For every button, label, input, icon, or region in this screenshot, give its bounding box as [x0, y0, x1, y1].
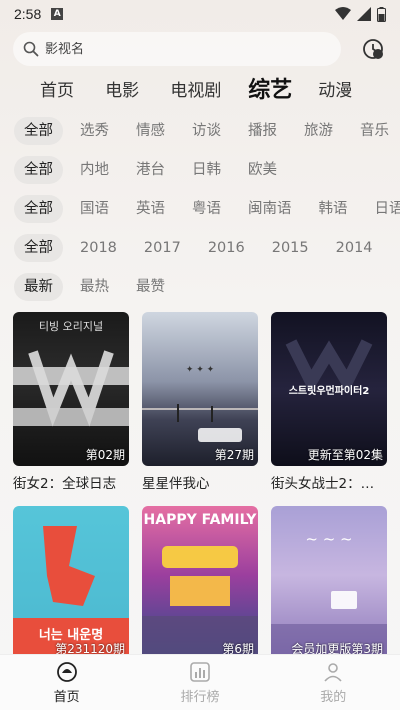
tab-tv[interactable]: 电视剧 [170, 76, 248, 101]
poster-caption: 스트릿우먼파이터2 [288, 386, 370, 397]
history-button[interactable] [359, 35, 387, 63]
filter-chip[interactable]: 全部 [14, 156, 63, 184]
status-time: 2:58 [14, 6, 42, 22]
sort-filter-row: 最新 最热 最赞 [14, 272, 400, 302]
content-grid: 티빙 오리지널 第02期 街女2：全球日志 ✦ ✦ ✦ 第27期 星星伴我心 스… [13, 312, 387, 666]
search-icon [23, 41, 39, 57]
nav-label: 首页 [53, 690, 80, 705]
nav-label: 排行榜 [180, 690, 220, 705]
bottom-nav: 首页 排行榜 我的 [0, 654, 400, 710]
tab-home[interactable]: 首页 [40, 76, 105, 101]
show-title: 街头女战士2：世界巡演 [271, 476, 387, 492]
nav-label: 我的 [320, 690, 347, 705]
filter-chip[interactable]: 2018 [70, 234, 127, 262]
filter-chip[interactable]: 最新 [14, 273, 63, 301]
filter-chip[interactable]: 全部 [14, 234, 63, 262]
home-icon [56, 662, 77, 682]
year-filter-row: 全部 2018 2017 2016 2015 2014 2013 [14, 233, 400, 263]
status-icons [335, 6, 386, 22]
nav-ranking[interactable]: 排行榜 [150, 660, 250, 705]
battery-icon [377, 6, 386, 22]
filter-chip[interactable]: 粤语 [182, 195, 231, 223]
episode-badge: 第27期 [214, 448, 254, 462]
filter-chip[interactable]: 2015 [262, 234, 319, 262]
poster-art [13, 350, 129, 427]
show-card[interactable]: ✦ ✦ ✦ 第27期 星星伴我心 [142, 312, 258, 492]
history-icon [363, 39, 383, 59]
filter-chip[interactable]: 最热 [70, 273, 119, 301]
episode-badge: 更新至第02集 [307, 448, 383, 462]
show-card[interactable]: 티빙 오리지널 第02期 街女2：全球日志 [13, 312, 129, 492]
main-tabs: 首页 电影 电视剧 综艺 动漫 [0, 70, 400, 106]
filter-chip[interactable]: 播报 [238, 117, 287, 145]
poster-art: ✦ ✦ ✦ [142, 365, 258, 442]
filter-chip[interactable]: 欧美 [238, 156, 287, 184]
show-card[interactable]: 스트릿우먼파이터2 更新至第02集 街头女战士2：世界巡演 [271, 312, 387, 492]
episode-badge: 第02期 [85, 448, 125, 462]
show-title: 星星伴我心 [142, 476, 210, 492]
search-row [13, 32, 387, 66]
genre-filter-row: 全部 选秀 情感 访谈 播报 旅游 音乐 美 [14, 116, 400, 146]
nav-profile[interactable]: 我的 [283, 660, 383, 705]
filter-chip[interactable]: 情感 [126, 117, 175, 145]
svg-text:~ ~ ~: ~ ~ ~ [305, 530, 352, 548]
tab-variety[interactable]: 综艺 [248, 72, 318, 104]
filter-chip[interactable]: 日韩 [182, 156, 231, 184]
filter-chip[interactable]: 2014 [326, 234, 383, 262]
show-card[interactable]: ~ ~ ~ 会员加更版第3期 [271, 506, 387, 666]
filter-chip[interactable]: 港台 [126, 156, 175, 184]
show-title: 街女2：全球日志 [13, 476, 117, 492]
poster-image: 스트릿우먼파이터2 更新至第02集 [271, 312, 387, 466]
notification-icon: A [51, 8, 64, 20]
signal-icon [357, 7, 371, 21]
search-input[interactable] [45, 41, 331, 57]
filter-chip[interactable]: 音乐 [350, 117, 399, 145]
filter-chip[interactable]: 闽南语 [238, 195, 302, 223]
filter-chip[interactable]: 2016 [198, 234, 255, 262]
filter-chip[interactable]: 国语 [70, 195, 119, 223]
chart-icon [190, 662, 210, 682]
filter-chip[interactable]: 访谈 [182, 117, 231, 145]
filter-chip[interactable]: 2017 [134, 234, 191, 262]
filter-chip[interactable]: 全部 [14, 195, 63, 223]
filter-chip[interactable]: 2013 [390, 234, 400, 262]
show-card[interactable]: HAPPY FAMILY 第6期 [142, 506, 258, 666]
svg-text:✦ ✦ ✦: ✦ ✦ ✦ [186, 365, 215, 375]
poster-image: ~ ~ ~ 会员加更版第3期 [271, 506, 387, 660]
show-card[interactable]: 너는 내운명 第231120期 [13, 506, 129, 666]
poster-image: 너는 내운명 第231120期 [13, 506, 129, 660]
filter-chip[interactable]: 选秀 [70, 117, 119, 145]
search-bar[interactable] [13, 32, 341, 66]
poster-image: HAPPY FAMILY 第6期 [142, 506, 258, 660]
filter-chip[interactable]: 全部 [14, 117, 63, 145]
nav-home[interactable]: 首页 [17, 660, 117, 705]
filter-chip[interactable]: 最赞 [126, 273, 175, 301]
tab-movie[interactable]: 电影 [105, 76, 170, 101]
profile-icon [324, 663, 342, 682]
poster-image: ✦ ✦ ✦ 第27期 [142, 312, 258, 466]
poster-art [142, 546, 258, 660]
poster-art: ~ ~ ~ [271, 530, 387, 660]
tab-anime[interactable]: 动漫 [318, 76, 400, 101]
filter-chip[interactable]: 内地 [70, 156, 119, 184]
language-filter-row: 全部 国语 英语 粤语 闽南语 韩语 日语 [14, 194, 400, 224]
region-filter-row: 全部 内地 港台 日韩 欧美 [14, 155, 400, 185]
filter-chip[interactable]: 韩语 [309, 195, 358, 223]
filter-chip[interactable]: 英语 [126, 195, 175, 223]
filter-chip[interactable]: 日语 [365, 195, 400, 223]
status-bar: 2:58 A [0, 0, 400, 28]
wifi-icon [335, 7, 351, 20]
filter-chip[interactable]: 旅游 [294, 117, 343, 145]
poster-image: 티빙 오리지널 第02期 [13, 312, 129, 466]
